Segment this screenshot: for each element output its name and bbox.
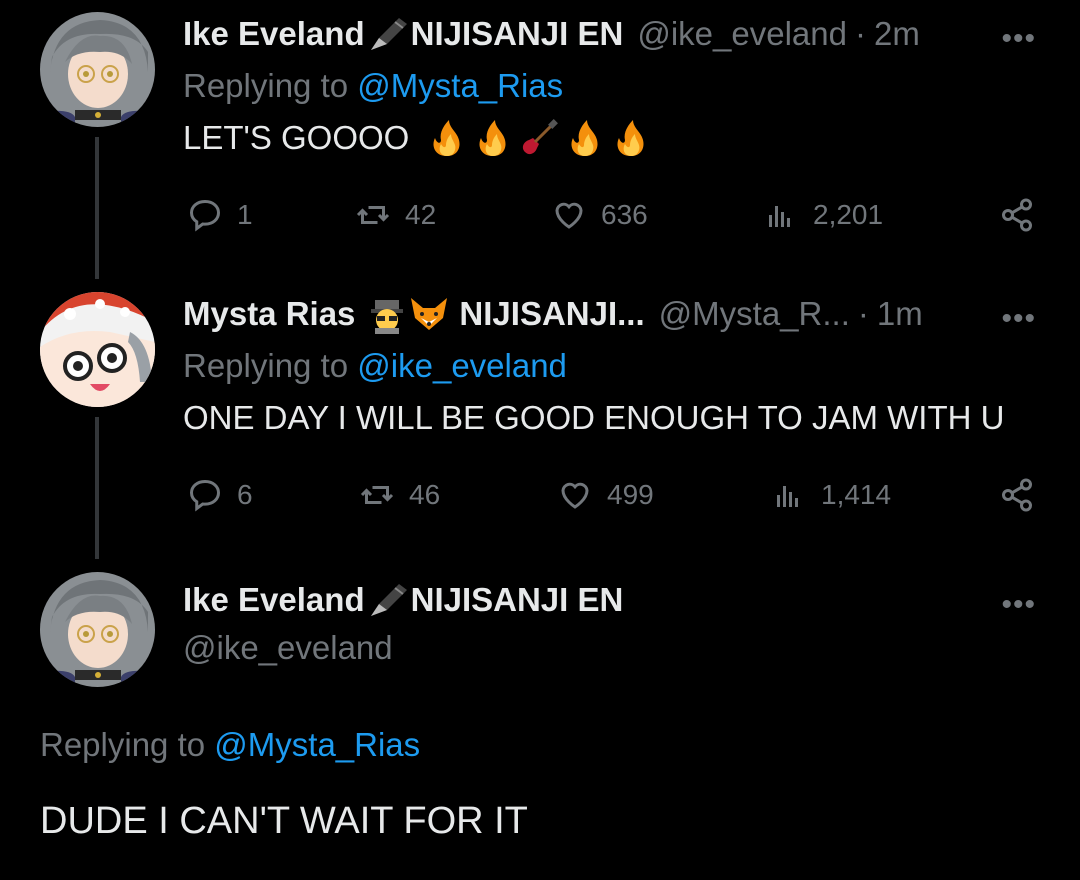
replying-prefix: Replying to xyxy=(183,67,349,104)
fox-emoji xyxy=(411,298,448,330)
handle[interactable]: @Mysta_R... xyxy=(659,295,850,333)
retweet-icon xyxy=(356,206,390,224)
replying-to: Replying to @Mysta_Rias xyxy=(183,66,1040,106)
more-icon[interactable]: ••• xyxy=(1001,590,1036,620)
affiliation: NIJISANJI... xyxy=(459,295,645,332)
fire-emoji xyxy=(479,120,506,156)
views-button[interactable]: 1,414 xyxy=(771,475,891,515)
fire-emoji xyxy=(571,120,598,156)
reply-count: 6 xyxy=(237,479,253,510)
timestamp[interactable]: 2m xyxy=(874,15,920,53)
retweet-count: 46 xyxy=(409,479,441,510)
display-name[interactable]: Ike Eveland xyxy=(183,15,365,53)
replying-to: Replying to @Mysta_Rias xyxy=(40,726,420,764)
fountain-pen-icon xyxy=(365,580,411,620)
tweet-text-content: LET'S GOOOO xyxy=(183,119,410,156)
like-button[interactable]: 499 xyxy=(557,475,654,515)
display-name[interactable]: Ike Eveland xyxy=(183,581,365,619)
conversation-thread: Ike Eveland NIJISANJI EN @ike_eveland · … xyxy=(0,0,1080,880)
reply-icon xyxy=(189,199,221,232)
tweet-text: ONE DAY I WILL BE GOOD ENOUGH TO JAM WIT… xyxy=(183,398,1040,438)
more-icon[interactable]: ••• xyxy=(1001,24,1036,54)
share-button[interactable] xyxy=(999,475,1035,515)
retweet-count: 42 xyxy=(405,199,437,230)
separator-dot: · xyxy=(854,15,866,52)
tweet-text: LET'S GOOOO xyxy=(183,118,1040,158)
replying-prefix: Replying to xyxy=(40,726,206,763)
handle-line: @ike_eveland xyxy=(183,628,1040,668)
tweet-text: DUDE I CAN'T WAIT FOR IT xyxy=(40,800,528,842)
tweet-1-actions: 1 42 636 2,201 xyxy=(183,195,1043,235)
retweet-icon xyxy=(360,486,394,504)
reply-icon xyxy=(189,479,221,512)
replying-to: Replying to @ike_eveland xyxy=(183,346,1040,386)
like-count: 636 xyxy=(601,199,648,230)
separator-dot: · xyxy=(857,295,869,332)
retweet-button[interactable]: 46 xyxy=(359,475,440,515)
handle[interactable]: @ike_eveland xyxy=(183,629,393,666)
mention-link[interactable]: @ike_eveland xyxy=(357,347,567,384)
tweet-2-actions: 6 46 499 1,414 xyxy=(183,475,1043,515)
views-count: 1,414 xyxy=(821,479,892,510)
like-icon xyxy=(561,482,589,509)
tweet-3-author: Ike Eveland NIJISANJI EN @ike_eveland xyxy=(183,580,1040,668)
affiliation: NIJISANJI EN xyxy=(410,15,624,52)
fire-emoji xyxy=(617,120,644,156)
share-button[interactable] xyxy=(999,195,1035,235)
timestamp[interactable]: 1m xyxy=(877,295,923,333)
avatar-ike[interactable] xyxy=(40,12,155,127)
tweet-text-content: ONE DAY I WILL BE GOOD ENOUGH TO JAM WIT… xyxy=(183,399,1005,436)
like-button[interactable]: 636 xyxy=(551,195,648,235)
views-icon xyxy=(769,206,790,227)
fire-emoji xyxy=(433,120,460,156)
mention-link[interactable]: @Mysta_Rias xyxy=(357,67,563,104)
retweet-button[interactable]: 42 xyxy=(355,195,436,235)
replying-prefix: Replying to xyxy=(183,347,349,384)
name-emojis xyxy=(367,294,451,334)
handle[interactable]: @ike_eveland xyxy=(637,15,847,53)
views-count: 2,201 xyxy=(813,199,884,230)
thread-connector xyxy=(95,137,99,279)
reply-count: 1 xyxy=(237,199,253,230)
reply-button[interactable]: 6 xyxy=(187,475,253,515)
detective-emoji xyxy=(371,300,404,334)
share-icon xyxy=(1002,478,1032,512)
like-icon xyxy=(555,202,583,229)
avatar-mysta[interactable] xyxy=(40,292,155,407)
emoji-sequence xyxy=(421,118,651,158)
tweet-1-header: Ike Eveland NIJISANJI EN @ike_eveland · … xyxy=(183,14,1040,54)
guitar-emoji xyxy=(523,119,559,155)
more-icon[interactable]: ••• xyxy=(1001,304,1036,334)
tweet-1-body: Ike Eveland NIJISANJI EN @ike_eveland · … xyxy=(183,14,1040,158)
tweet-3-header: Ike Eveland NIJISANJI EN xyxy=(183,580,1040,620)
tweet-2-header: Mysta Rias NIJISANJI... @Mysta_R... · 1m xyxy=(183,294,1040,334)
affiliation: NIJISANJI EN xyxy=(410,581,624,618)
fountain-pen-icon xyxy=(365,14,411,54)
avatar-ike[interactable] xyxy=(40,572,155,687)
display-name[interactable]: Mysta Rias xyxy=(183,295,355,333)
reply-button[interactable]: 1 xyxy=(187,195,253,235)
views-button[interactable]: 2,201 xyxy=(763,195,883,235)
thread-connector xyxy=(95,417,99,559)
views-icon xyxy=(777,486,798,507)
like-count: 499 xyxy=(607,479,654,510)
share-icon xyxy=(1002,198,1032,232)
mention-link[interactable]: @Mysta_Rias xyxy=(214,726,420,763)
tweet-2-body: Mysta Rias NIJISANJI... @Mysta_R... · 1m… xyxy=(183,294,1040,438)
